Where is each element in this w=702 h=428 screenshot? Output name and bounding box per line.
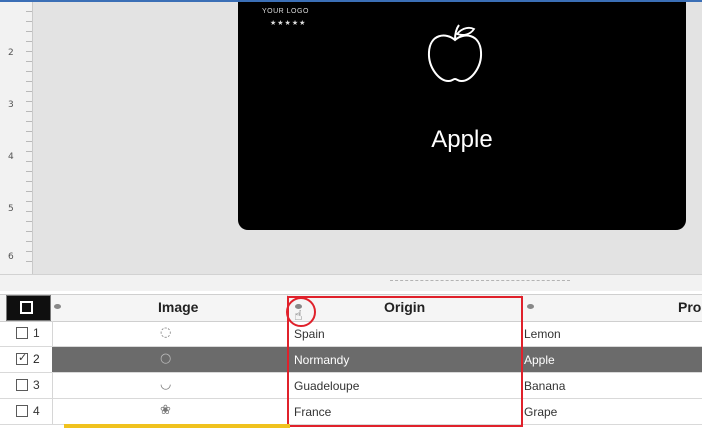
row-number: 2 (33, 352, 40, 366)
table-row-selected[interactable]: ✓ 2 ○ Normandy Apple (0, 347, 702, 373)
column-header-image[interactable]: Image (158, 299, 198, 315)
logo-text: YOUR LOGO (262, 8, 309, 15)
apple-icon: ○ (160, 351, 172, 366)
table-row[interactable]: 4 ❀ France Grape (0, 399, 702, 425)
hand-cursor-icon: ☝ (294, 308, 303, 324)
ruler-mark: 2 (8, 48, 14, 58)
select-all-cell[interactable] (6, 295, 51, 321)
column-header-origin[interactable]: Origin (384, 299, 425, 315)
label-card[interactable]: YOUR LOGO ★★★★★ Apple (238, 2, 686, 230)
row-checkbox[interactable] (16, 379, 28, 391)
ruler-mark: 3 (8, 100, 14, 110)
column-divider (52, 321, 53, 346)
data-grid: Image Origin Pro 1 ◌ Spain Lemon ✓ 2 ○ N… (0, 290, 702, 428)
table-row[interactable]: 1 ◌ Spain Lemon (0, 321, 702, 347)
cell-product[interactable]: Apple (524, 353, 555, 367)
cell-origin[interactable]: Normandy (294, 353, 349, 367)
cell-origin[interactable]: Spain (294, 327, 325, 341)
ruler-mark: 6 (8, 252, 14, 262)
row-checkbox[interactable] (16, 405, 28, 417)
column-divider (521, 373, 522, 398)
splitter-bar[interactable] (0, 274, 702, 291)
ruler-mark: 5 (8, 204, 14, 214)
cell-product[interactable]: Grape (524, 405, 557, 419)
row-number: 1 (33, 326, 40, 340)
column-divider (287, 321, 288, 346)
eye-icon[interactable] (54, 304, 61, 309)
row-checkbox[interactable]: ✓ (16, 351, 28, 365)
row-number: 3 (33, 378, 40, 392)
lemon-icon: ◌ (160, 325, 172, 340)
ruler-corner (0, 264, 33, 274)
row-number: 4 (33, 404, 40, 418)
column-divider (52, 373, 53, 398)
column-divider (52, 399, 53, 424)
apple-icon (427, 24, 483, 82)
design-canvas[interactable]: 2 3 4 5 6 YOUR LOGO ★★★★★ Apple (0, 2, 702, 274)
table-row[interactable]: 3 ◡ Guadeloupe Banana (0, 373, 702, 399)
column-divider (287, 295, 288, 321)
column-divider (521, 399, 522, 424)
column-divider (521, 321, 522, 346)
cell-origin[interactable]: Guadeloupe (294, 379, 359, 393)
column-divider (287, 373, 288, 398)
banana-icon: ◡ (160, 377, 172, 392)
column-divider (521, 295, 522, 321)
status-accent-bar (64, 424, 290, 428)
cell-product[interactable]: Lemon (524, 327, 561, 341)
ruler-mark: 4 (8, 152, 14, 162)
cell-product[interactable]: Banana (524, 379, 565, 393)
vertical-ruler: 2 3 4 5 6 (0, 2, 33, 264)
logo-stars: ★★★★★ (270, 20, 307, 27)
check-icon: ✓ (18, 351, 28, 364)
select-all-checkbox[interactable] (20, 301, 33, 314)
row-checkbox[interactable] (16, 327, 28, 339)
grape-icon: ❀ (160, 403, 171, 418)
eye-icon[interactable] (527, 304, 534, 309)
column-header-product[interactable]: Pro (678, 299, 701, 315)
cell-origin[interactable]: France (294, 405, 331, 419)
card-title: Apple (431, 126, 493, 153)
splitter-grip[interactable] (390, 280, 570, 283)
column-divider (287, 399, 288, 424)
grid-header: Image Origin Pro (0, 294, 702, 322)
